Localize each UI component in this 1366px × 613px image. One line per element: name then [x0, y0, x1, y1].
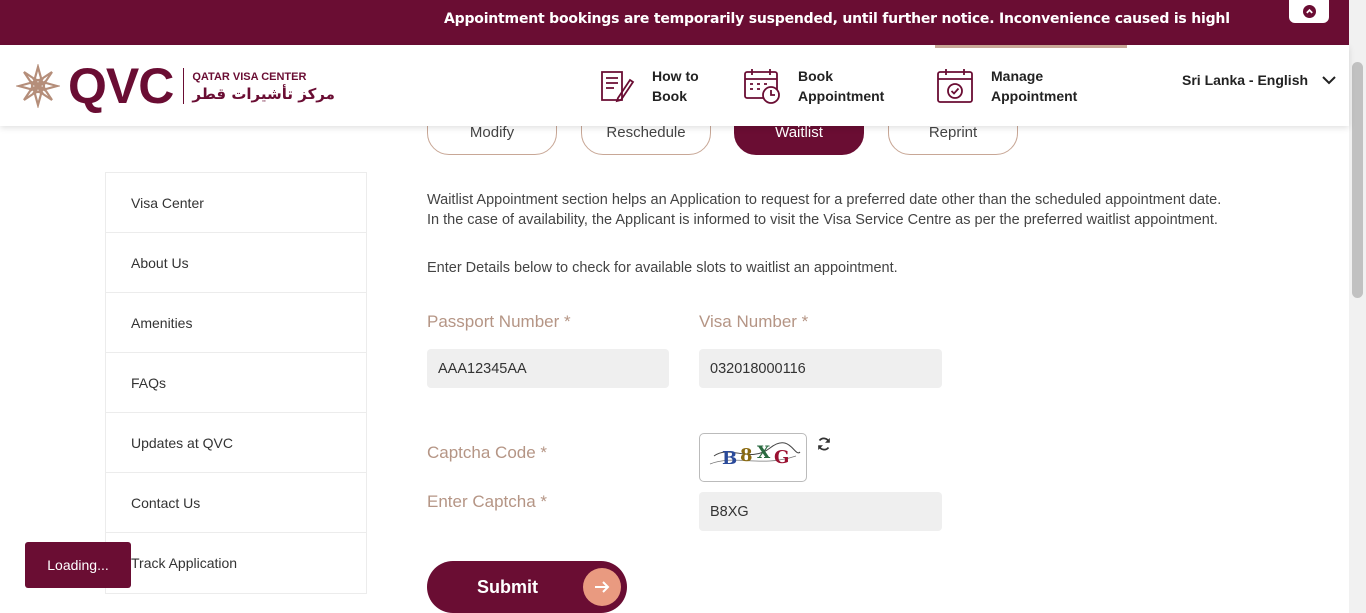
chevron-up-icon: [1302, 5, 1316, 18]
captcha-char-4: G: [774, 447, 789, 468]
captcha-image: B 8 X G: [699, 433, 807, 482]
language-selector[interactable]: Sri Lanka - English: [1182, 72, 1336, 88]
scroll-to-top-button[interactable]: [1289, 0, 1329, 23]
logo-arabic-name: مركز تأشيرات قطر: [192, 85, 335, 103]
document-pen-icon: [601, 70, 635, 102]
announcement-banner: Appointment bookings are temporarily sus…: [0, 0, 1349, 45]
tab-reschedule-label: Reschedule: [606, 124, 686, 141]
chevron-down-icon: [1322, 76, 1336, 85]
tab-reprint-label: Reprint: [928, 124, 978, 141]
nav-book-appointment-label: Book Appointment: [798, 67, 885, 104]
nav-book-appointment[interactable]: Book Appointment: [742, 45, 884, 126]
nav-how-to-book-label: How to Book: [652, 67, 699, 104]
calendar-clock-icon: [744, 68, 780, 104]
passport-number-label: Passport Number *: [427, 312, 571, 331]
sidebar-item-faqs[interactable]: FAQs: [106, 353, 366, 413]
sidebar-menu: Visa Center About Us Amenities FAQs Upda…: [105, 172, 367, 594]
scrollbar-thumb[interactable]: [1352, 62, 1363, 298]
sidebar-item-amenities[interactable]: Amenities: [106, 293, 366, 353]
tab-modify-label: Modify: [469, 124, 515, 141]
logo-divider: [183, 68, 185, 104]
sidebar-item-visa-center[interactable]: Visa Center: [106, 173, 366, 233]
logo-wordmark: QVC: [68, 58, 174, 114]
language-label: Sri Lanka - English: [1182, 72, 1309, 88]
passport-number-input[interactable]: AAA12345AA: [427, 349, 669, 388]
page-scrollbar[interactable]: [1349, 0, 1366, 613]
nav-manage-appointment-label: Manage Appointment: [991, 67, 1078, 104]
refresh-captcha-icon[interactable]: [816, 436, 832, 452]
nav-manage-appointment[interactable]: Manage Appointment: [935, 45, 1077, 126]
page: Appointment bookings are temporarily sus…: [0, 0, 1366, 613]
captcha-char-1: B: [722, 448, 737, 469]
tab-waitlist-label: Waitlist: [775, 124, 823, 141]
sidebar-item-contact-us[interactable]: Contact Us: [106, 473, 366, 533]
calendar-check-icon: [937, 68, 973, 103]
logo-english-name: QATAR VISA CENTER: [192, 71, 307, 83]
captcha-char-2: 8: [740, 445, 753, 466]
loading-indicator: Loading...: [25, 542, 131, 588]
submit-button[interactable]: Submit: [427, 561, 627, 613]
logo-subtitle: QATAR VISA CENTER مركز تأشيرات قطر: [192, 69, 335, 103]
nav-how-to-book[interactable]: How to Book: [596, 45, 699, 126]
enter-captcha-input[interactable]: B8XG: [699, 492, 942, 531]
waitlist-description: Waitlist Appointment section helps an Ap…: [427, 192, 1222, 228]
visa-number-input[interactable]: 032018000116: [699, 349, 942, 388]
site-header: QVC QATAR VISA CENTER مركز تأشيرات قطر H…: [0, 45, 1349, 126]
announcement-text: Appointment bookings are temporarily sus…: [444, 11, 1230, 27]
captcha-char-3: X: [757, 443, 771, 463]
qvc-emblem-icon: [16, 64, 60, 108]
qvc-logo[interactable]: QVC QATAR VISA CENTER مركز تأشيرات قطر: [16, 58, 335, 114]
sidebar-item-about-us[interactable]: About Us: [106, 233, 366, 293]
captcha-code-label: Captcha Code *: [427, 443, 548, 462]
sidebar-item-track-application[interactable]: Track Application: [106, 533, 366, 593]
enter-captcha-label: Enter Captcha *: [427, 492, 548, 511]
submit-button-label: Submit: [477, 576, 538, 597]
arrow-right-icon: [583, 568, 621, 606]
visa-number-label: Visa Number *: [699, 312, 809, 331]
waitlist-instruction: Enter Details below to check for availab…: [427, 260, 898, 276]
sidebar-item-updates[interactable]: Updates at QVC: [106, 413, 366, 473]
